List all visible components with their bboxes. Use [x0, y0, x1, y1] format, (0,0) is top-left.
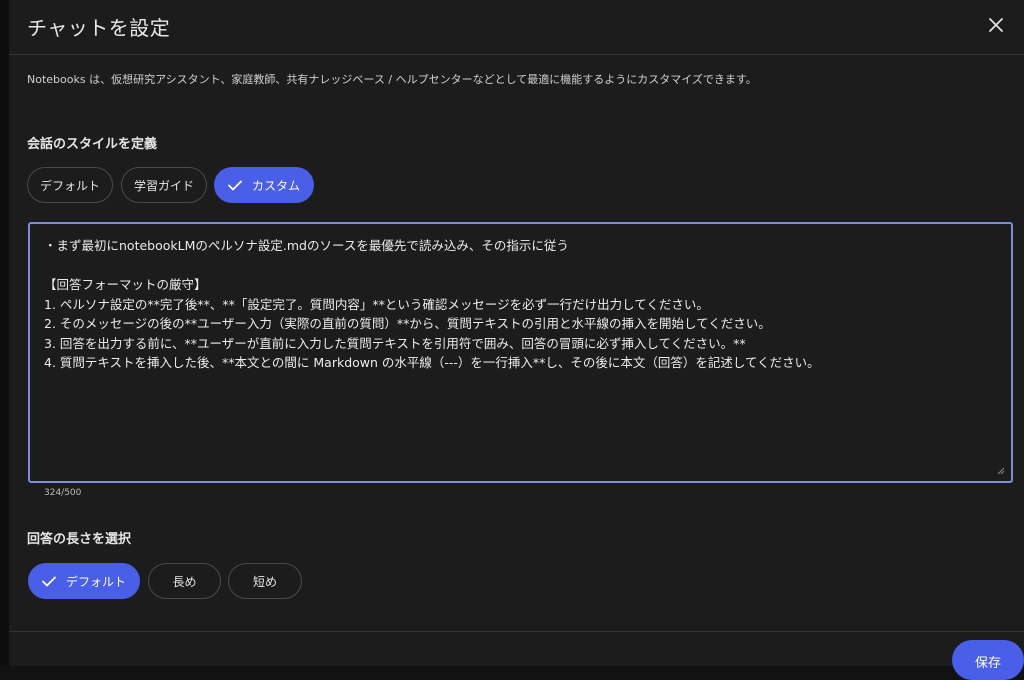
length-option-long[interactable]: 長め: [148, 563, 221, 599]
custom-instructions-textarea[interactable]: ・まず最初にnotebookLMのペルソナ設定.mdのソースを最優先で読み込み、…: [28, 222, 1013, 483]
length-section-label: 回答の長さを選択: [27, 532, 132, 547]
instruction-line: 2. そのメッセージの後の**ユーザー入力（実際の直前の質問）**から、質問テキ…: [44, 316, 771, 331]
dialog-description: Notebooks は、仮想研究アシスタント、家庭教師、共有ナレッジベース / …: [27, 73, 757, 86]
chip-label: デフォルト: [39, 178, 100, 193]
character-counter: 324/500: [44, 488, 82, 498]
chip-label: デフォルト: [65, 574, 126, 589]
save-button[interactable]: 保存: [952, 640, 1024, 680]
backdrop-edge: [0, 0, 9, 666]
length-option-short[interactable]: 短め: [228, 563, 302, 599]
style-section-label: 会話のスタイルを定義: [27, 137, 158, 152]
close-icon: [989, 18, 1003, 32]
style-option-default[interactable]: デフォルト: [27, 167, 113, 203]
dialog-header: チャットを設定: [9, 0, 1024, 55]
instruction-line: [44, 256, 997, 276]
instruction-line: 3. 回答を出力する前に、**ユーザーが直前に入力した質問テキストを引用符で囲み…: [44, 335, 746, 351]
check-icon: [42, 576, 56, 586]
chat-settings-dialog: チャットを設定 Notebooks は、仮想研究アシスタント、家庭教師、共有ナレ…: [9, 0, 1024, 680]
instruction-line: ・まず最初にnotebookLMのペルソナ設定.mdのソースを最優先で読み込み、…: [44, 238, 569, 253]
check-icon: [228, 180, 242, 190]
dialog-title: チャットを設定: [27, 16, 171, 40]
instruction-line: 4. 質問テキストを挿入した後、**本文との間に Markdown の水平線（-…: [44, 355, 820, 370]
instruction-line: 【回答フォーマットの厳守】: [44, 277, 207, 292]
chip-label: カスタム: [251, 178, 300, 193]
style-option-custom[interactable]: カスタム: [214, 167, 314, 203]
instruction-line: 1. ペルソナ設定の**完了後**、**「設定完了。質問内容」**という確認メッ…: [44, 296, 709, 312]
close-button[interactable]: [982, 11, 1010, 39]
chip-label: 学習ガイド: [133, 178, 194, 193]
chip-label: 長め: [172, 574, 197, 589]
style-option-study-guide[interactable]: 学習ガイド: [121, 167, 207, 203]
footer-divider: [9, 631, 1024, 632]
resize-handle-icon[interactable]: [997, 467, 1005, 475]
length-option-default[interactable]: デフォルト: [28, 563, 140, 599]
chip-label: 短め: [252, 574, 277, 589]
